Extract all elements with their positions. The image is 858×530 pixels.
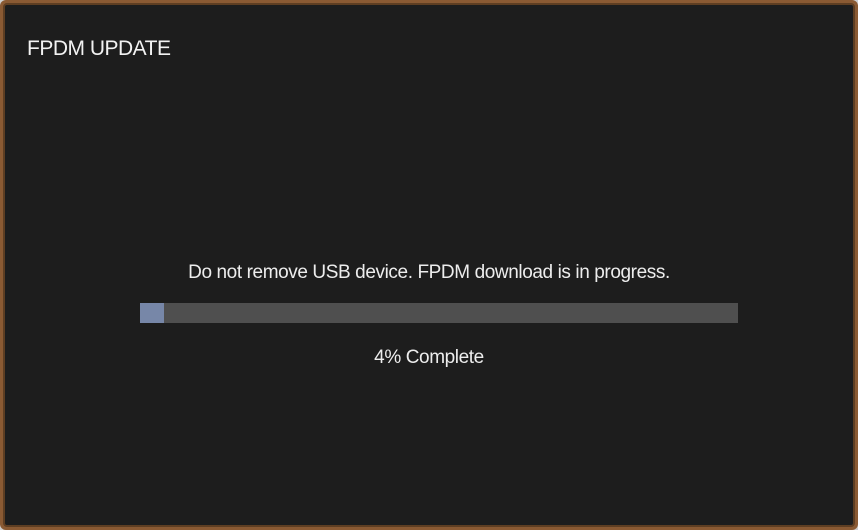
progress-bar <box>140 303 738 323</box>
update-screen: FPDM UPDATE Do not remove USB device. FP… <box>3 3 855 527</box>
page-title: FPDM UPDATE <box>27 37 171 60</box>
progress-message: Do not remove USB device. FPDM download … <box>188 262 670 283</box>
progress-bar-fill <box>140 303 164 323</box>
progress-status-text: 4% Complete <box>374 347 484 368</box>
display-frame: FPDM UPDATE Do not remove USB device. FP… <box>0 0 858 530</box>
